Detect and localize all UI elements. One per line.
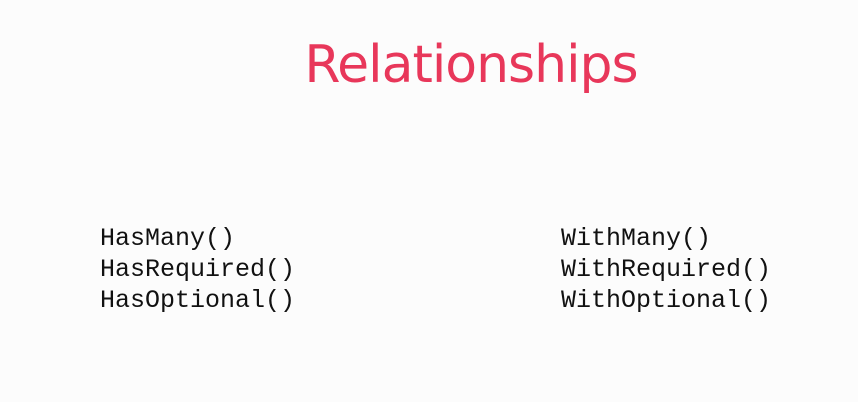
method-has-required: HasRequired() xyxy=(100,255,296,284)
with-methods-list: WithMany() WithRequired() WithOptional() xyxy=(561,223,771,316)
slide: Relationships HasMany() HasRequired() Ha… xyxy=(0,0,858,402)
method-with-many: WithMany() xyxy=(561,224,712,253)
method-has-optional: HasOptional() xyxy=(100,286,296,315)
slide-title: Relationships xyxy=(304,35,638,95)
method-has-many: HasMany() xyxy=(100,224,236,253)
method-with-required: WithRequired() xyxy=(561,255,772,284)
has-methods-list: HasMany() HasRequired() HasOptional() xyxy=(100,223,295,316)
method-with-optional: WithOptional() xyxy=(561,286,772,315)
